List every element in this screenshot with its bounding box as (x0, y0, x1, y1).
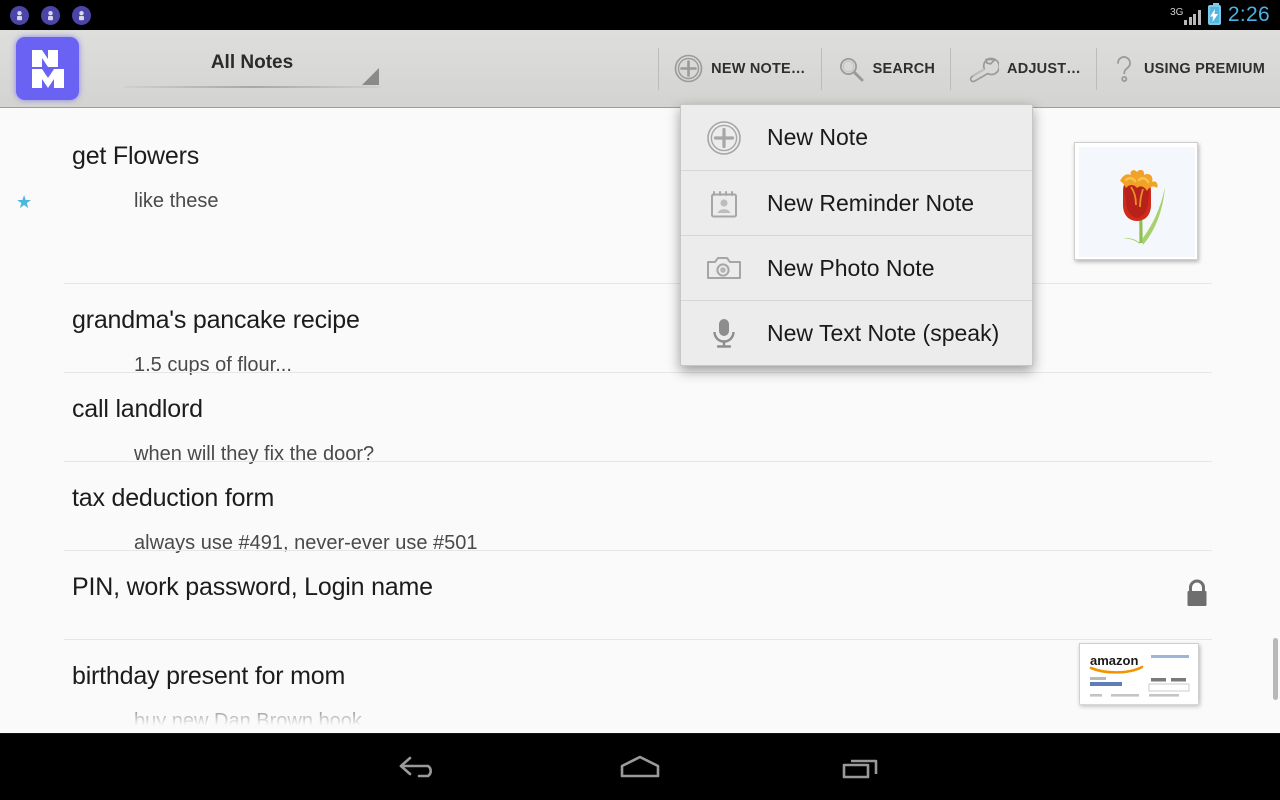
status-bar: 3G 2:26 (0, 0, 1280, 30)
menu-item-label: New Photo Note (767, 254, 935, 281)
list-scrollbar[interactable] (1273, 638, 1278, 700)
camera-icon (706, 250, 742, 286)
action-bar: All Notes NEW NOTE… SEARCH ADJUST… USING… (0, 30, 1280, 108)
spinner-label: All Notes (210, 51, 294, 73)
notification-icon (41, 5, 60, 25)
wrench-icon (966, 55, 1000, 83)
search-button[interactable]: SEARCH (822, 30, 950, 108)
search-label: SEARCH (872, 60, 936, 77)
spinner-underline (123, 85, 381, 88)
note-title: PIN, work password, Login name (72, 573, 433, 601)
note-title: grandma's pancake recipe (72, 306, 360, 334)
note-title: call landlord (72, 395, 203, 423)
note-subtitle: buy new Dan Brown book (134, 710, 362, 732)
amazon-page-thumbnail[interactable]: amazon (1079, 643, 1199, 705)
new-note-button[interactable]: NEW NOTE… (659, 30, 820, 108)
plus-circle-icon (706, 120, 742, 156)
using-premium-label: USING PREMIUM (1143, 60, 1265, 77)
note-list[interactable]: get Flowers ★ like these grandma's panca… (0, 108, 1280, 733)
plus-circle-icon (674, 54, 703, 83)
list-item[interactable]: PIN, work password, Login name (0, 550, 1280, 639)
microphone-icon (706, 315, 742, 351)
dropdown-triangle-icon (362, 67, 379, 85)
status-bar-right: 3G 2:26 (1170, 3, 1280, 27)
using-premium-button[interactable]: USING PREMIUM (1097, 30, 1280, 108)
calendar-reminder-icon (706, 185, 742, 221)
recent-apps-icon (838, 752, 882, 782)
list-item[interactable]: get Flowers ★ like these (0, 108, 1280, 283)
notification-icon (10, 5, 29, 25)
menu-item-label: New Note (767, 124, 868, 150)
recents-button[interactable] (770, 752, 950, 782)
back-icon (398, 753, 442, 781)
battery-charging-icon (1207, 3, 1221, 25)
list-item[interactable]: grandma's pancake recipe 1.5 cups of flo… (0, 283, 1280, 375)
network-type-label: 3G (1170, 7, 1184, 18)
menu-item-label: New Reminder Note (767, 189, 975, 216)
signal-strength-icon: 3G (1170, 5, 1201, 25)
note-title: tax deduction form (72, 484, 275, 512)
list-item[interactable]: birthday present for mom buy new Dan Bro… (0, 639, 1280, 732)
star-icon: ★ (16, 192, 33, 212)
menu-item-label: New Text Note (speak) (767, 319, 1000, 346)
menu-item-new-reminder-note[interactable]: New Reminder Note (681, 170, 1032, 235)
clock: 2:26 (1227, 3, 1270, 26)
search-icon (837, 55, 865, 83)
notification-icon (72, 5, 91, 25)
menu-item-new-text-note-speak[interactable]: New Text Note (speak) (681, 300, 1032, 365)
action-bar-toolbar: NEW NOTE… SEARCH ADJUST… USING PREMIUM (658, 30, 1280, 108)
home-button[interactable] (550, 753, 730, 781)
new-note-popup-menu[interactable]: New Note New Reminder Note New Photo Not… (680, 104, 1033, 366)
adjust-button[interactable]: ADJUST… (951, 30, 1096, 108)
tulip-photo-thumbnail[interactable] (1074, 142, 1198, 260)
notebook-spinner[interactable]: All Notes (123, 40, 381, 98)
notification-icons (0, 5, 91, 25)
lock-icon (1184, 578, 1210, 615)
menu-item-new-photo-note[interactable]: New Photo Note (681, 235, 1032, 300)
list-item[interactable]: call landlord when will they fix the doo… (0, 372, 1280, 464)
menu-item-new-note[interactable]: New Note (681, 105, 1032, 170)
adjust-label: ADJUST… (1007, 60, 1081, 77)
question-mark-icon (1112, 54, 1136, 84)
svg-text:amazon: amazon (1090, 653, 1138, 668)
navigation-bar (0, 733, 1280, 800)
home-icon (617, 753, 663, 781)
android-screen: 3G 2:26 All Notes NEW NOTE… SEARCH ADJUS… (0, 0, 1280, 800)
new-note-label: NEW NOTE… (711, 60, 806, 77)
back-button[interactable] (330, 753, 510, 781)
list-item[interactable]: tax deduction form always use #491, neve… (0, 461, 1280, 553)
app-logo-nm[interactable] (16, 37, 79, 100)
